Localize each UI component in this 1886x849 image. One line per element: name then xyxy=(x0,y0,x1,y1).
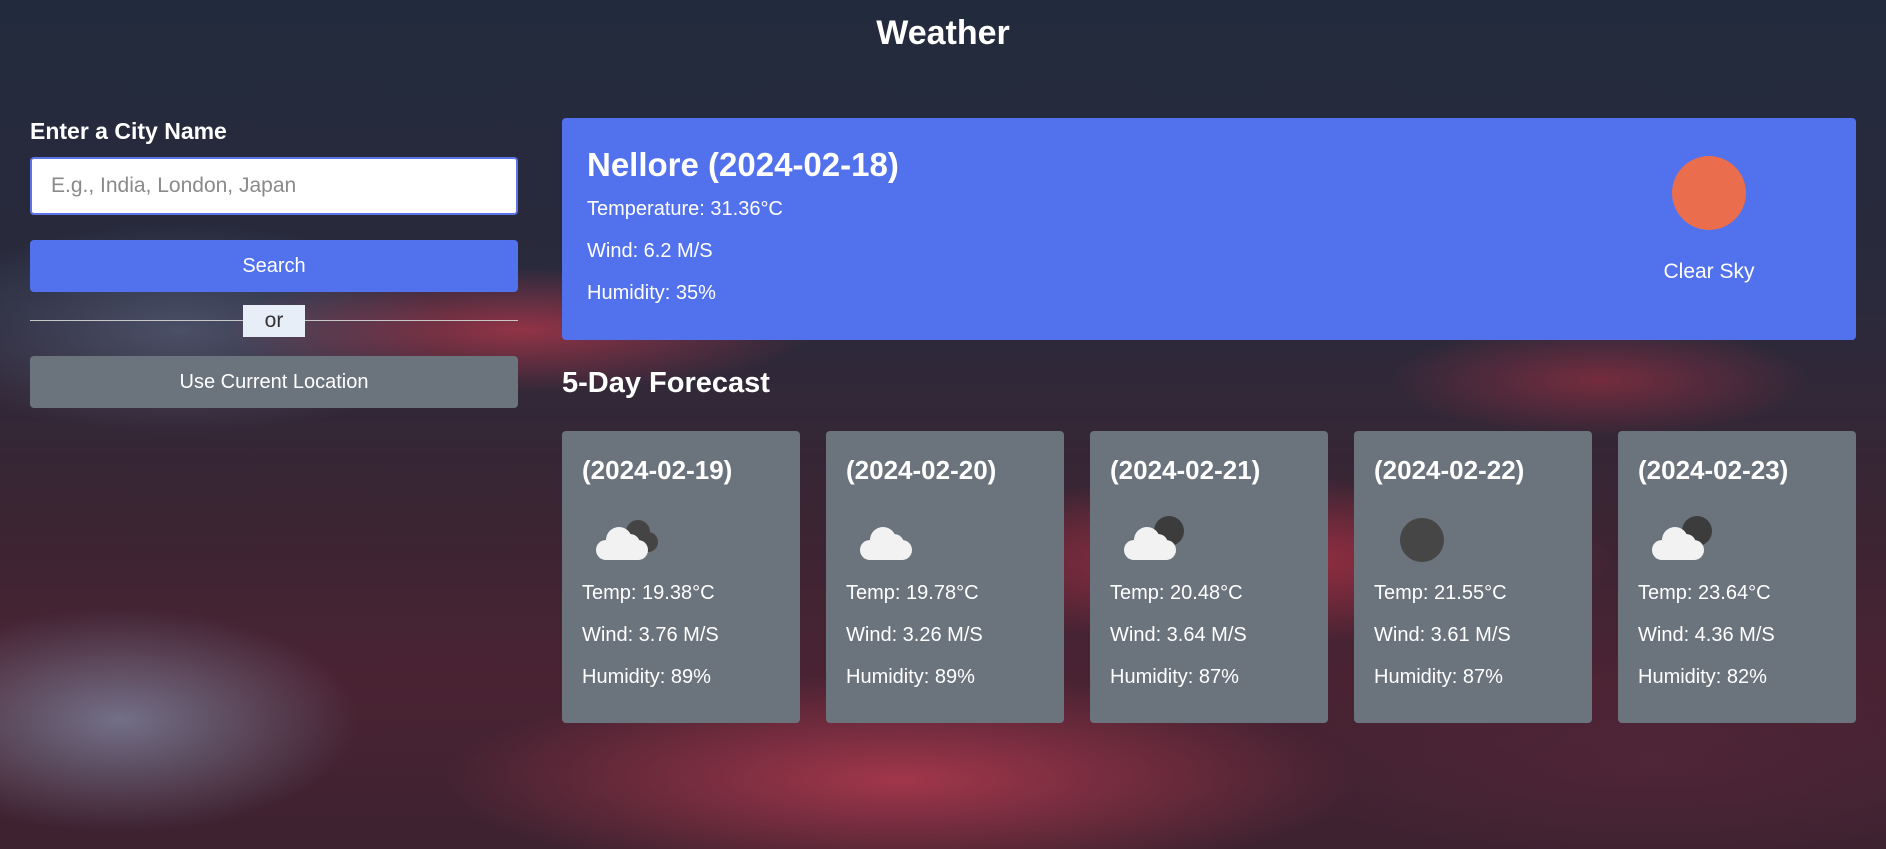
forecast-humidity: Humidity: 89% xyxy=(582,666,711,688)
app-title: Weather xyxy=(876,14,1010,52)
forecast-wind: Wind: 3.76 M/S xyxy=(582,624,719,646)
search-panel: Enter a City Name Search or Use Current … xyxy=(30,118,518,408)
city-input[interactable] xyxy=(30,157,518,215)
partly-cloudy-night-icon xyxy=(1118,506,1198,568)
current-humidity: Humidity: 35% xyxy=(587,282,716,304)
forecast-card: (2024-02-22) Temp: 21.55°C Wind: 3.61 M/… xyxy=(1354,431,1592,723)
forecast-humidity: Humidity: 87% xyxy=(1110,666,1239,688)
forecast-date: (2024-02-21) xyxy=(1110,455,1261,485)
forecast-wind: Wind: 3.26 M/S xyxy=(846,624,983,646)
clear-night-icon xyxy=(1382,506,1462,568)
forecast-list: (2024-02-19) Temp: 19.38°C Wind: 3.76 M/… xyxy=(562,431,1856,723)
current-temperature: Temperature: 31.36°C xyxy=(587,198,783,220)
forecast-wind: Wind: 3.64 M/S xyxy=(1110,624,1247,646)
or-separator: or xyxy=(30,305,518,337)
forecast-temp: Temp: 19.78°C xyxy=(846,582,979,604)
forecast-date: (2024-02-23) xyxy=(1638,455,1789,485)
city-input-label: Enter a City Name xyxy=(30,118,227,144)
forecast-card: (2024-02-21) Temp: 20.48°C Wind: 3.64 M/… xyxy=(1090,431,1328,723)
forecast-wind: Wind: 4.36 M/S xyxy=(1638,624,1775,646)
sun-icon xyxy=(1672,156,1746,230)
forecast-temp: Temp: 20.48°C xyxy=(1110,582,1243,604)
broken-clouds-icon xyxy=(590,506,670,568)
forecast-card: (2024-02-20) Temp: 19.78°C Wind: 3.26 M/… xyxy=(826,431,1064,723)
cloud-icon xyxy=(854,506,934,568)
current-wind: Wind: 6.2 M/S xyxy=(587,240,713,262)
current-condition: Clear Sky xyxy=(1654,156,1764,284)
partly-cloudy-night-icon xyxy=(1646,506,1726,568)
forecast-humidity: Humidity: 89% xyxy=(846,666,975,688)
current-city-title: Nellore (2024-02-18) xyxy=(587,146,899,183)
forecast-temp: Temp: 19.38°C xyxy=(582,582,715,604)
forecast-date: (2024-02-20) xyxy=(846,455,997,485)
forecast-humidity: Humidity: 82% xyxy=(1638,666,1767,688)
forecast-card: (2024-02-19) Temp: 19.38°C Wind: 3.76 M/… xyxy=(562,431,800,723)
forecast-card: (2024-02-23) Temp: 23.64°C Wind: 4.36 M/… xyxy=(1618,431,1856,723)
forecast-heading: 5-Day Forecast xyxy=(562,367,770,399)
forecast-wind: Wind: 3.61 M/S xyxy=(1374,624,1511,646)
current-description: Clear Sky xyxy=(1663,260,1755,283)
current-weather-card: Nellore (2024-02-18) Temperature: 31.36°… xyxy=(562,118,1856,340)
use-current-location-button[interactable]: Use Current Location xyxy=(30,356,518,408)
forecast-temp: Temp: 21.55°C xyxy=(1374,582,1507,604)
search-button[interactable]: Search xyxy=(30,240,518,292)
forecast-date: (2024-02-22) xyxy=(1374,455,1525,485)
separator-text: or xyxy=(243,305,305,337)
forecast-temp: Temp: 23.64°C xyxy=(1638,582,1771,604)
forecast-humidity: Humidity: 87% xyxy=(1374,666,1503,688)
forecast-date: (2024-02-19) xyxy=(582,455,733,485)
